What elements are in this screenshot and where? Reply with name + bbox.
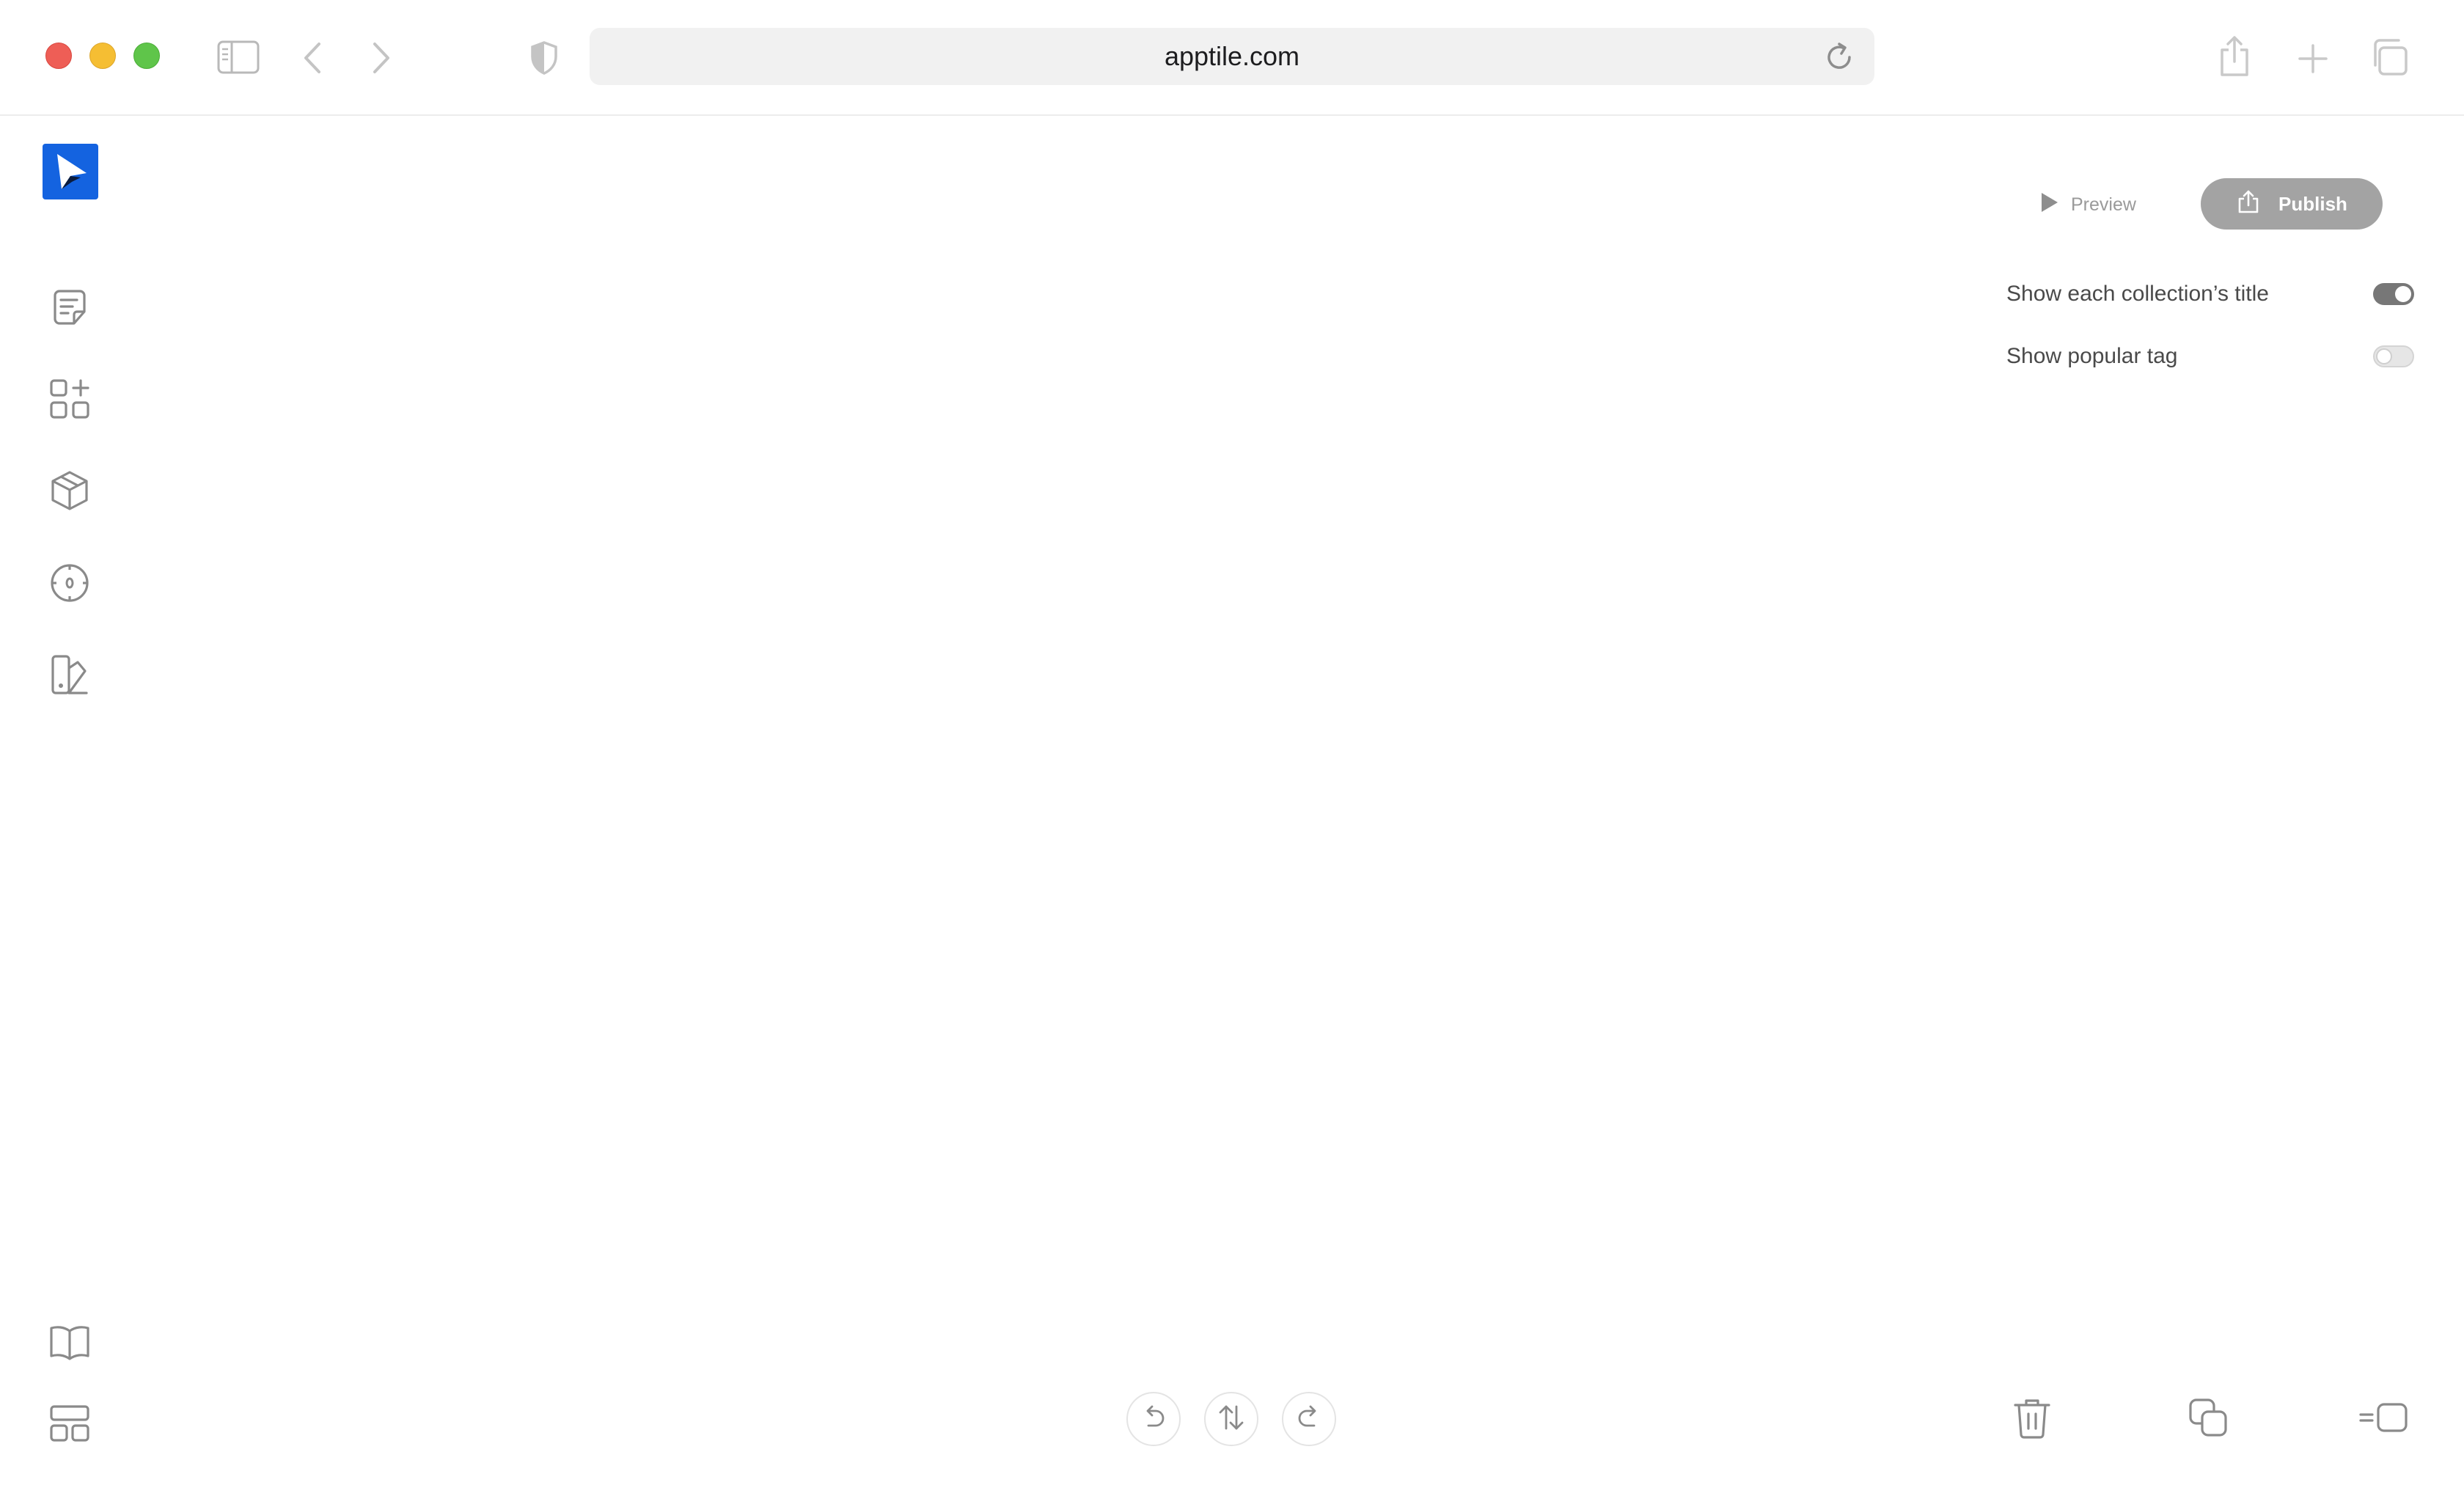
layout-icon[interactable] (45, 1399, 94, 1448)
play-icon (2039, 191, 2059, 219)
new-tab-icon[interactable] (2295, 41, 2331, 76)
collection-title-toggle[interactable] (2373, 283, 2414, 305)
setting-show-collection-title: Show each collection’s title (2006, 276, 2414, 312)
align-icon (2359, 1401, 2409, 1437)
delete-button[interactable] (2006, 1393, 2058, 1445)
minimize-window-button[interactable] (89, 43, 116, 69)
setting-label: Show popular tag (2006, 344, 2178, 368)
tab-overview-icon[interactable] (2369, 37, 2410, 78)
pages-icon[interactable] (45, 283, 94, 331)
sidebar-toggle-icon[interactable] (217, 38, 260, 76)
share-icon[interactable] (2215, 34, 2254, 79)
undo-button[interactable] (1126, 1392, 1181, 1446)
browser-toolbar: apptile.com (0, 0, 2464, 116)
preview-label: Preview (2071, 194, 2136, 215)
preview-button[interactable]: Preview (2039, 180, 2136, 229)
compass-icon[interactable] (45, 559, 94, 607)
privacy-shield-icon[interactable] (528, 40, 560, 76)
align-button[interactable] (2358, 1393, 2410, 1445)
duplicate-icon (2188, 1397, 2229, 1442)
close-window-button[interactable] (45, 43, 72, 69)
app-logo[interactable] (43, 144, 98, 199)
reorder-button[interactable] (1204, 1392, 1258, 1446)
address-bar[interactable]: apptile.com (590, 28, 1874, 85)
url-text: apptile.com (1164, 41, 1300, 71)
setting-show-popular-tag: Show popular tag (2006, 338, 2414, 375)
forward-icon[interactable] (368, 40, 395, 76)
cube-icon[interactable] (45, 466, 94, 515)
redo-icon (1297, 1404, 1321, 1435)
publish-button[interactable]: Publish (2201, 178, 2383, 230)
publish-label: Publish (2278, 192, 2347, 215)
back-icon[interactable] (299, 40, 326, 76)
setting-label: Show each collection’s title (2006, 282, 2269, 306)
popular-tag-toggle[interactable] (2373, 345, 2414, 367)
theme-swatch-icon[interactable] (45, 650, 94, 699)
trash-icon (2012, 1396, 2052, 1442)
zoom-window-button[interactable] (133, 43, 160, 69)
book-icon[interactable] (45, 1319, 94, 1367)
reload-icon[interactable] (1822, 40, 1857, 78)
upload-icon (2236, 189, 2261, 219)
duplicate-button[interactable] (2182, 1393, 2234, 1445)
add-widget-icon[interactable] (45, 375, 94, 423)
undo-icon (1141, 1404, 1166, 1435)
reorder-icon (1217, 1404, 1246, 1435)
redo-button[interactable] (1282, 1392, 1336, 1446)
